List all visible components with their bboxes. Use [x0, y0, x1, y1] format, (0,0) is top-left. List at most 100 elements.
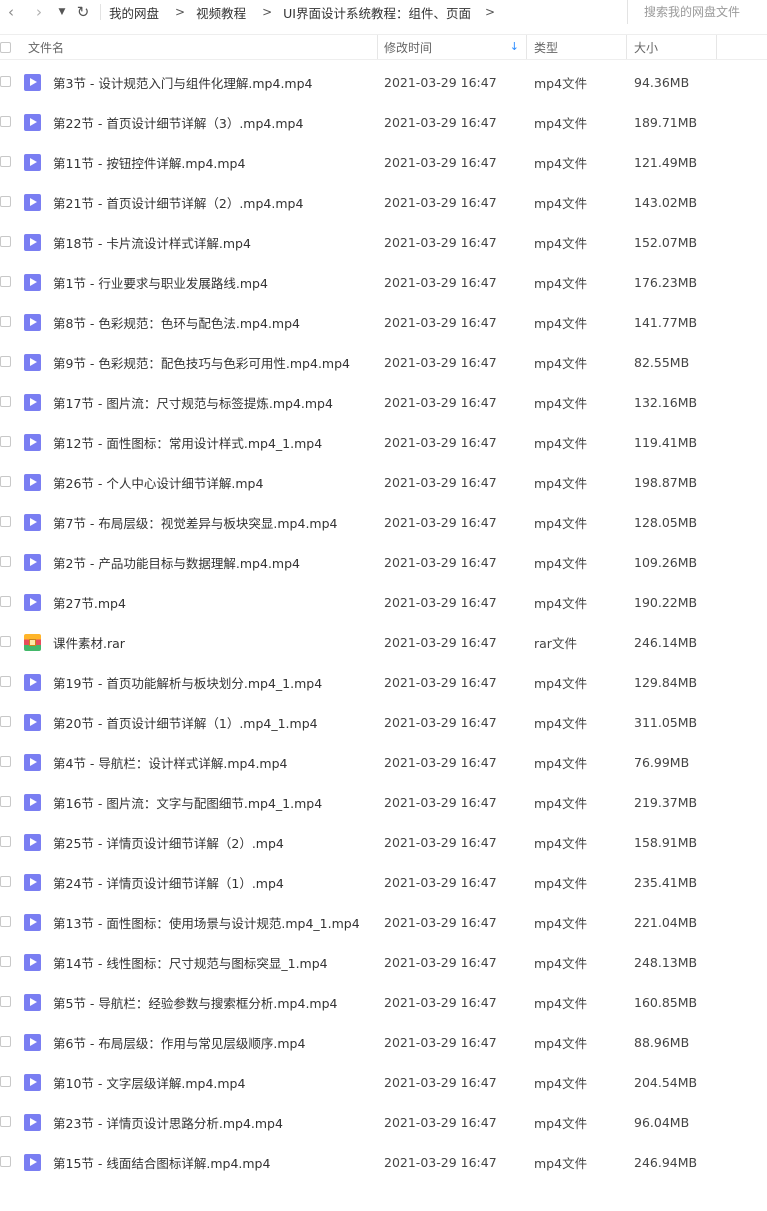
row-checkbox[interactable]	[0, 796, 11, 807]
file-row[interactable]: 课件素材.rar 2021-03-29 16:47 rar文件 246.14MB	[0, 622, 767, 662]
row-checkbox[interactable]	[0, 156, 11, 167]
file-name[interactable]: 第17节 - 图片流：尺寸规范与标签提炼.mp4.mp4	[53, 382, 333, 422]
file-name[interactable]: 第22节 - 首页设计细节详解（3）.mp4.mp4	[53, 102, 303, 142]
file-name[interactable]: 第5节 - 导航栏：经验参数与搜索框分析.mp4.mp4	[53, 982, 338, 1022]
file-row[interactable]: 第6节 - 布局层级：作用与常见层级顺序.mp4 2021-03-29 16:47…	[0, 1022, 767, 1062]
row-checkbox[interactable]	[0, 1156, 11, 1167]
file-row[interactable]: 第25节 - 详情页设计细节详解（2）.mp4 2021-03-29 16:47 m…	[0, 822, 767, 862]
file-row[interactable]: 第8节 - 色彩规范：色环与配色法.mp4.mp4 2021-03-29 16:4…	[0, 302, 767, 342]
column-header-size[interactable]: 大小	[626, 35, 716, 59]
file-name[interactable]: 第2节 - 产品功能目标与数据理解.mp4.mp4	[53, 542, 300, 582]
row-checkbox[interactable]	[0, 876, 11, 887]
chevron-left-icon[interactable]: ‹	[0, 0, 22, 24]
file-name[interactable]: 第15节 - 线面结合图标详解.mp4.mp4	[53, 1142, 270, 1182]
column-header-modified[interactable]: 修改时间 ↓	[377, 35, 525, 59]
file-name[interactable]: 第20节 - 首页设计细节详解（1）.mp4_1.mp4	[53, 702, 318, 742]
file-row[interactable]: 第13节 - 面性图标：使用场景与设计规范.mp4_1.mp4 2021-03-2…	[0, 902, 767, 942]
file-name[interactable]: 第14节 - 线性图标：尺寸规范与图标突显_1.mp4	[53, 942, 328, 982]
file-name[interactable]: 第21节 - 首页设计细节详解（2）.mp4.mp4	[53, 182, 303, 222]
file-name[interactable]: 第13节 - 面性图标：使用场景与设计规范.mp4_1.mp4	[53, 902, 360, 942]
row-checkbox[interactable]	[0, 756, 11, 767]
file-type: mp4文件	[534, 755, 588, 771]
chevron-right-icon[interactable]: ›	[28, 0, 50, 24]
row-checkbox[interactable]	[0, 556, 11, 567]
row-checkbox[interactable]	[0, 1116, 11, 1127]
row-checkbox[interactable]	[0, 196, 11, 207]
file-row[interactable]: 第4节 - 导航栏：设计样式详解.mp4.mp4 2021-03-29 16:47…	[0, 742, 767, 782]
row-checkbox[interactable]	[0, 276, 11, 287]
file-name[interactable]: 第24节 - 详情页设计细节详解（1）.mp4	[53, 862, 284, 902]
breadcrumb-separator[interactable]: >	[485, 5, 495, 19]
file-name[interactable]: 第18节 - 卡片流设计样式详解.mp4	[53, 222, 251, 262]
file-name[interactable]: 第19节 - 首页功能解析与板块划分.mp4_1.mp4	[53, 662, 322, 702]
select-all-checkbox[interactable]	[0, 41, 11, 53]
row-checkbox[interactable]	[0, 116, 11, 127]
row-checkbox[interactable]	[0, 596, 11, 607]
row-checkbox[interactable]	[0, 1036, 11, 1047]
file-name[interactable]: 第11节 - 按钮控件详解.mp4.mp4	[53, 142, 245, 182]
file-row[interactable]: 第9节 - 色彩规范：配色技巧与色彩可用性.mp4.mp4 2021-03-29 …	[0, 342, 767, 382]
row-checkbox[interactable]	[0, 356, 11, 367]
row-checkbox[interactable]	[0, 316, 11, 327]
row-checkbox[interactable]	[0, 716, 11, 727]
file-row[interactable]: 第18节 - 卡片流设计样式详解.mp4 2021-03-29 16:47 mp4文…	[0, 222, 767, 262]
file-row[interactable]: 第10节 - 文字层级详解.mp4.mp4 2021-03-29 16:47 mp4…	[0, 1062, 767, 1102]
file-row[interactable]: 第2节 - 产品功能目标与数据理解.mp4.mp4 2021-03-29 16:4…	[0, 542, 767, 582]
row-checkbox[interactable]	[0, 836, 11, 847]
file-type: mp4文件	[534, 435, 588, 451]
file-name[interactable]: 第26节 - 个人中心设计细节详解.mp4	[53, 462, 263, 502]
file-name[interactable]: 第3节 - 设计规范入门与组件化理解.mp4.mp4	[53, 62, 313, 102]
breadcrumb-item-my-drive[interactable]: 我的网盘	[109, 3, 159, 22]
row-checkbox[interactable]	[0, 996, 11, 1007]
file-name[interactable]: 第8节 - 色彩规范：色环与配色法.mp4.mp4	[53, 302, 300, 342]
row-checkbox[interactable]	[0, 1076, 11, 1087]
refresh-icon[interactable]: ↻	[72, 0, 94, 24]
file-name[interactable]: 第27节.mp4	[53, 582, 126, 622]
row-checkbox[interactable]	[0, 516, 11, 527]
file-row[interactable]: 第14节 - 线性图标：尺寸规范与图标突显_1.mp4 2021-03-29 16…	[0, 942, 767, 982]
file-row[interactable]: 第15节 - 线面结合图标详解.mp4.mp4 2021-03-29 16:47 m…	[0, 1142, 767, 1182]
file-name[interactable]: 第6节 - 布局层级：作用与常见层级顺序.mp4	[53, 1022, 305, 1062]
row-checkbox[interactable]	[0, 676, 11, 687]
row-checkbox[interactable]	[0, 436, 11, 447]
file-row[interactable]: 第27节.mp4 2021-03-29 16:47 mp4文件 190.22MB	[0, 582, 767, 622]
file-name[interactable]: 第7节 - 布局层级：视觉差异与板块突显.mp4.mp4	[53, 502, 338, 542]
file-name[interactable]: 第4节 - 导航栏：设计样式详解.mp4.mp4	[53, 742, 288, 782]
file-name[interactable]: 第23节 - 详情页设计思路分析.mp4.mp4	[53, 1102, 283, 1142]
file-row[interactable]: 第17节 - 图片流：尺寸规范与标签提炼.mp4.mp4 2021-03-29 1…	[0, 382, 767, 422]
row-checkbox[interactable]	[0, 636, 11, 647]
row-checkbox[interactable]	[0, 476, 11, 487]
file-row[interactable]: 第26节 - 个人中心设计细节详解.mp4 2021-03-29 16:47 mp4…	[0, 462, 767, 502]
row-checkbox[interactable]	[0, 236, 11, 247]
file-name[interactable]: 第12节 - 面性图标：常用设计样式.mp4_1.mp4	[53, 422, 322, 462]
caret-down-icon[interactable]: ▼	[56, 0, 68, 24]
file-row[interactable]: 第11节 - 按钮控件详解.mp4.mp4 2021-03-29 16:47 mp4…	[0, 142, 767, 182]
file-row[interactable]: 第12节 - 面性图标：常用设计样式.mp4_1.mp4 2021-03-29 1…	[0, 422, 767, 462]
file-row[interactable]: 第5节 - 导航栏：经验参数与搜索框分析.mp4.mp4 2021-03-29 1…	[0, 982, 767, 1022]
file-row[interactable]: 第19节 - 首页功能解析与板块划分.mp4_1.mp4 2021-03-29 1…	[0, 662, 767, 702]
row-checkbox[interactable]	[0, 916, 11, 927]
file-row[interactable]: 第24节 - 详情页设计细节详解（1）.mp4 2021-03-29 16:47 m…	[0, 862, 767, 902]
file-name[interactable]: 第10节 - 文字层级详解.mp4.mp4	[53, 1062, 245, 1102]
row-checkbox[interactable]	[0, 76, 11, 87]
file-row[interactable]: 第3节 - 设计规范入门与组件化理解.mp4.mp4 2021-03-29 16:…	[0, 62, 767, 102]
file-row[interactable]: 第7节 - 布局层级：视觉差异与板块突显.mp4.mp4 2021-03-29 1…	[0, 502, 767, 542]
file-name[interactable]: 第9节 - 色彩规范：配色技巧与色彩可用性.mp4.mp4	[53, 342, 350, 382]
column-header-name[interactable]: 文件名	[28, 35, 64, 59]
file-name[interactable]: 第1节 - 行业要求与职业发展路线.mp4	[53, 262, 268, 302]
file-row[interactable]: 第22节 - 首页设计细节详解（3）.mp4.mp4 2021-03-29 16:…	[0, 102, 767, 142]
file-row[interactable]: 第21节 - 首页设计细节详解（2）.mp4.mp4 2021-03-29 16:…	[0, 182, 767, 222]
breadcrumb-item-video-tutorials[interactable]: 视频教程	[196, 3, 246, 22]
row-checkbox[interactable]	[0, 396, 11, 407]
row-checkbox[interactable]	[0, 956, 11, 967]
column-header-type[interactable]: 类型	[526, 35, 626, 59]
search-input[interactable]	[644, 5, 764, 19]
file-row[interactable]: 第16节 - 图片流：文字与配图细节.mp4_1.mp4 2021-03-29 1…	[0, 782, 767, 822]
file-row[interactable]: 第20节 - 首页设计细节详解（1）.mp4_1.mp4 2021-03-29 1…	[0, 702, 767, 742]
breadcrumb-item-current-folder[interactable]: UI界面设计系统教程：组件、页面	[283, 3, 471, 22]
file-row[interactable]: 第1节 - 行业要求与职业发展路线.mp4 2021-03-29 16:47 mp4…	[0, 262, 767, 302]
file-name[interactable]: 课件素材.rar	[53, 622, 125, 662]
file-name[interactable]: 第16节 - 图片流：文字与配图细节.mp4_1.mp4	[53, 782, 322, 822]
file-row[interactable]: 第23节 - 详情页设计思路分析.mp4.mp4 2021-03-29 16:47…	[0, 1102, 767, 1142]
file-name[interactable]: 第25节 - 详情页设计细节详解（2）.mp4	[53, 822, 284, 862]
